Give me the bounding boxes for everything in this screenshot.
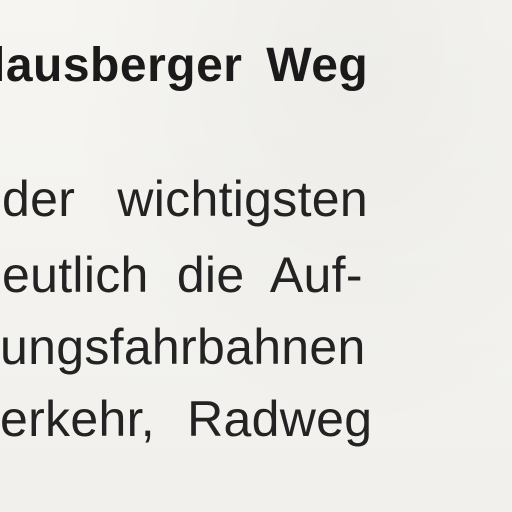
- section-heading: lausberger Weg: [0, 39, 369, 92]
- text-line-1: der wichtigsten: [2, 171, 368, 227]
- text-line-3: ungsfahrbahnen: [0, 319, 366, 375]
- text-line-2: eutlich die Auf-: [2, 247, 363, 303]
- text-line-4: erkehr, Radweg: [0, 391, 373, 447]
- scanned-page: lausberger Weg der wichtigsten eutlich d…: [0, 0, 512, 512]
